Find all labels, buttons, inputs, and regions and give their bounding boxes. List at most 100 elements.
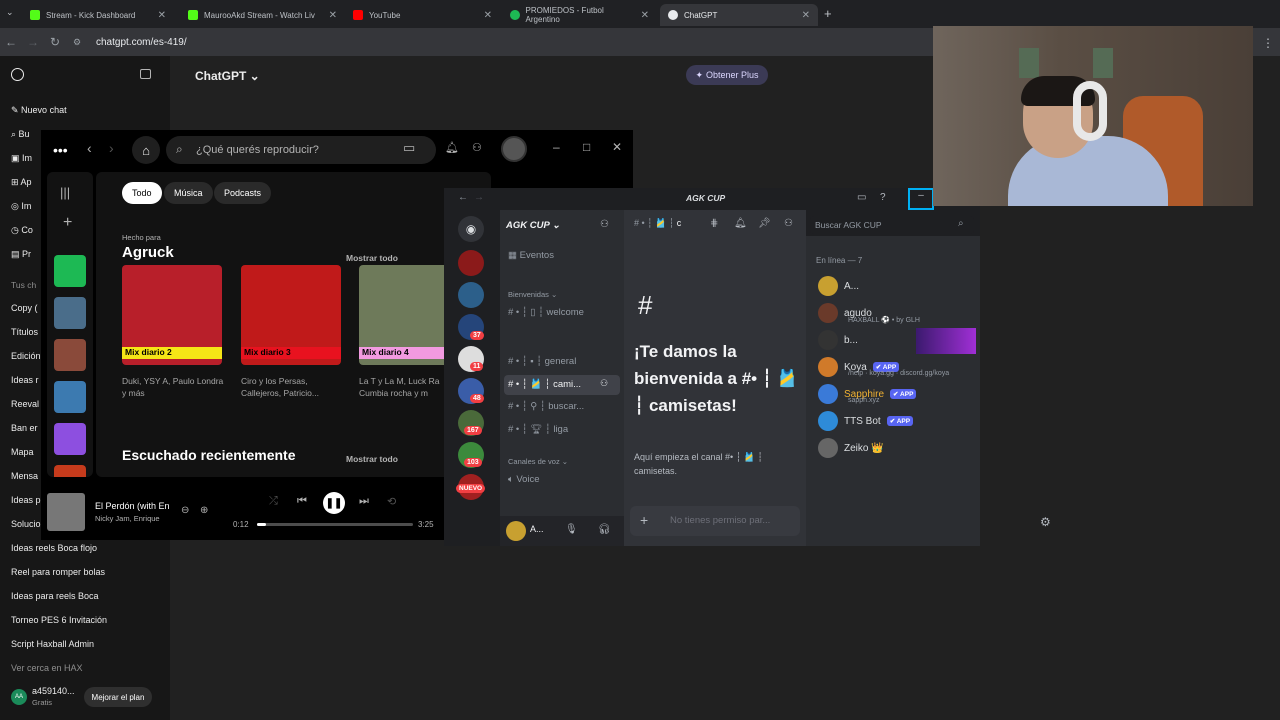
close-icon[interactable]: ✕ <box>484 10 492 21</box>
library-icon[interactable]: ||| <box>60 185 70 200</box>
add-member-icon[interactable]: ⚇ <box>600 378 608 389</box>
more-icon[interactable]: ••• <box>53 142 68 158</box>
history-item[interactable]: Ver cerca en HAX <box>11 663 83 673</box>
events-item[interactable]: ▦ Eventos <box>508 250 554 261</box>
tab-kick-dashboard[interactable]: Stream - Kick Dashboard ✕ <box>22 4 174 26</box>
close-icon[interactable]: ✕ <box>329 10 337 21</box>
menu-icon[interactable]: ⋮ <box>1262 36 1274 50</box>
member-item[interactable]: b... <box>818 330 858 350</box>
history-item[interactable]: Ideas para reels Boca <box>11 591 99 601</box>
member-item[interactable]: A... <box>818 276 859 296</box>
tab-youtube[interactable]: YouTube ✕ <box>345 4 500 26</box>
forward-icon[interactable]: › <box>109 140 114 156</box>
progress-bar[interactable] <box>257 523 413 526</box>
nav-item[interactable]: ⊞ Ap <box>11 177 32 188</box>
category-welcome[interactable]: Bienvenidas ⌄ <box>508 290 557 299</box>
message-input[interactable]: + No tienes permiso par... <box>630 506 800 536</box>
history-item[interactable]: Ideas p <box>11 495 41 505</box>
site-info-icon[interactable]: ⚙ <box>66 37 88 48</box>
search-chats-button[interactable]: ⌕ Bu <box>11 129 30 140</box>
close-icon[interactable]: ✕ <box>802 10 810 21</box>
back-icon[interactable]: ‹ <box>87 140 92 156</box>
history-item[interactable]: Edición <box>11 351 41 361</box>
saved-episodes-icon[interactable] <box>54 255 86 287</box>
forward-icon[interactable]: → <box>22 35 44 49</box>
close-icon[interactable]: ✕ <box>612 140 622 154</box>
history-item[interactable]: Mapa <box>11 447 34 457</box>
server-name[interactable]: AGK CUP ⌄ <box>506 220 560 231</box>
remove-icon[interactable]: ⊖ <box>181 505 189 516</box>
member-list-icon[interactable]: ⚇ <box>784 218 793 229</box>
bell-icon[interactable]: 🔔︎ <box>445 141 459 154</box>
channel-liga[interactable]: # • ┆ 🏆︎ ┆ liga <box>508 424 568 435</box>
openai-logo-icon[interactable] <box>11 68 24 81</box>
get-plus-button[interactable]: ✦ Obtener Plus <box>686 65 768 85</box>
threads-icon[interactable]: ⋕ <box>710 218 718 229</box>
previous-icon[interactable]: ⏮︎ <box>297 495 307 508</box>
help-icon[interactable]: ? <box>880 192 886 203</box>
mix-card[interactable]: Mix diario 2 Duki, YSY A, Paulo Londra y … <box>122 265 226 399</box>
spotify-search-input[interactable]: ⌕ ¿Qué querés reproducir? <box>166 136 436 164</box>
history-item[interactable]: Ideas r <box>11 375 39 385</box>
tab-chatgpt[interactable]: ChatGPT ✕ <box>660 4 818 26</box>
playlist-cover[interactable] <box>54 339 86 371</box>
mix-card[interactable]: Mix diario 3 Ciro y los Persas, Callejero… <box>241 265 345 399</box>
category-voice[interactable]: Canales de voz ⌄ <box>508 457 568 466</box>
discord-home-icon[interactable]: ◉ <box>458 216 484 242</box>
liked-songs-icon[interactable] <box>54 423 86 455</box>
upgrade-plan-button[interactable]: Mejorar el plan <box>84 687 152 707</box>
model-selector[interactable]: ChatGPT ⌄ <box>195 69 260 83</box>
section-title[interactable]: Escuchado recientemente <box>122 447 296 463</box>
channel-camisetas[interactable]: # • ┆ 🎽 ┆ cami... <box>508 379 581 390</box>
tab-promiedos[interactable]: PROMIEDOS - Futbol Argentino ✕ <box>502 4 657 26</box>
playlist-cover[interactable] <box>54 465 86 477</box>
reload-icon[interactable]: ↻ <box>44 35 66 49</box>
chip-podcasts[interactable]: Podcasts <box>214 182 272 204</box>
channel-general[interactable]: # • ┆ ▪ ┆ general <box>508 356 576 367</box>
back-icon[interactable]: ← <box>0 35 22 49</box>
new-chat-button[interactable]: ✎ Nuevo chat <box>11 105 67 116</box>
avatar[interactable] <box>501 136 527 162</box>
chip-todo[interactable]: Todo <box>122 182 162 204</box>
friends-icon[interactable]: ⚇ <box>472 141 482 154</box>
inbox-icon[interactable]: ▭ <box>857 192 866 203</box>
pin-icon[interactable]: 📌︎ <box>758 218 771 229</box>
channel-welcome[interactable]: # • ┆ ▯ ┆ welcome <box>508 307 584 318</box>
avatar[interactable]: AA <box>11 689 27 705</box>
history-item[interactable]: Script Haxball Admin <box>11 639 94 649</box>
home-icon[interactable]: ⌂ <box>132 136 160 164</box>
nav-item[interactable]: ▣ Im <box>11 153 32 164</box>
member-item[interactable]: TTS Bot ✔ APP <box>818 411 914 431</box>
add-icon[interactable]: + <box>63 214 72 232</box>
history-item[interactable]: Reel para romper bolas <box>11 567 105 577</box>
browse-icon[interactable]: ▭ <box>403 140 415 156</box>
history-item[interactable]: Torneo PES 6 Invitación <box>11 615 107 625</box>
server-icon[interactable] <box>458 250 484 276</box>
back-icon[interactable]: ← <box>458 192 468 203</box>
history-item[interactable]: Reeval <box>11 399 39 409</box>
playlist-cover[interactable] <box>54 381 86 413</box>
avatar[interactable] <box>506 521 526 541</box>
close-icon[interactable]: ✕ <box>641 10 649 21</box>
member-item[interactable]: Zeiko 👑 <box>818 438 884 458</box>
history-item[interactable]: Ideas reels Boca flojo <box>11 543 97 553</box>
sidebar-toggle-icon[interactable] <box>140 69 151 79</box>
server-icon[interactable] <box>458 282 484 308</box>
new-tab-button[interactable]: + <box>824 6 832 21</box>
tab-kick-stream[interactable]: MaurooAkd Stream - Watch Liv ✕ <box>180 4 345 26</box>
history-item[interactable]: Ban er <box>11 423 38 433</box>
track-artist[interactable]: Nicky Jam, Enrique <box>95 514 160 523</box>
invite-icon[interactable]: ⚇ <box>600 219 609 230</box>
headphones-icon[interactable]: 🎧︎ <box>598 524 611 535</box>
show-all-link[interactable]: Mostrar todo <box>346 454 398 464</box>
nav-item[interactable]: ▤ Pr <box>11 249 31 260</box>
album-cover[interactable] <box>47 493 85 531</box>
close-icon[interactable]: ✕ <box>158 10 166 21</box>
server-search-input[interactable]: Buscar AGK CUP ⌕ <box>810 216 974 234</box>
add-icon[interactable]: + <box>640 512 648 528</box>
bell-icon[interactable]: 🔔︎ <box>734 218 747 229</box>
nav-item[interactable]: ◷ Co <box>11 225 33 236</box>
pause-button[interactable]: ❚❚ <box>323 492 345 514</box>
forward-icon[interactable]: → <box>474 192 484 203</box>
add-icon[interactable]: ⊕ <box>200 505 208 516</box>
